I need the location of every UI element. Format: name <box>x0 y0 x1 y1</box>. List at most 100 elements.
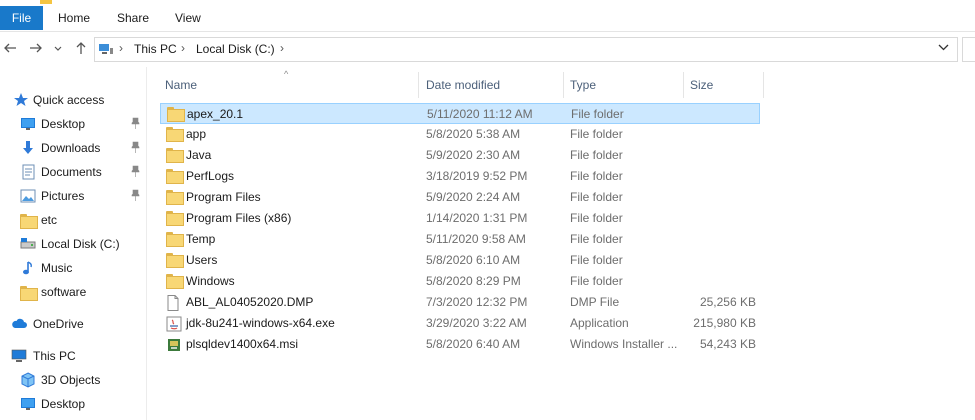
file-date: 7/3/2020 12:32 PM <box>426 295 528 309</box>
folder-icon <box>166 127 184 142</box>
sidebar-item-label: Music <box>41 261 73 275</box>
cloud-icon <box>12 318 27 328</box>
tab-home[interactable]: Home <box>58 6 90 30</box>
file-size: 215,980 KB <box>693 316 756 330</box>
file-name: Windows <box>186 274 235 288</box>
sidebar-item-documents[interactable]: Documents <box>0 161 146 183</box>
file-type: File folder <box>570 169 623 183</box>
file-row[interactable]: Program Files (x86) 1/14/2020 1:31 PM File… <box>160 208 760 229</box>
breadcrumb-separator-icon[interactable]: › <box>280 41 284 55</box>
sidebar-item-downloads[interactable]: Downloads <box>0 137 146 159</box>
address-bar[interactable]: › This PC › Local Disk (C:) › <box>94 37 958 62</box>
sidebar-item-label: Local Disk (C:) <box>41 237 120 251</box>
file-row[interactable]: plsqldev1400x64.msi 5/8/2020 6:40 AM Windo… <box>160 334 760 355</box>
file-icon <box>166 295 182 311</box>
file-date: 5/8/2020 6:10 AM <box>426 253 521 267</box>
breadcrumb-separator-icon[interactable]: › <box>119 41 123 55</box>
tab-file[interactable]: File <box>0 6 43 30</box>
file-type: File folder <box>570 190 623 204</box>
file-date: 5/8/2020 8:29 PM <box>426 274 521 288</box>
file-type: File folder <box>570 274 623 288</box>
file-row[interactable]: ABL_AL04052020.DMP 7/3/2020 12:32 PM DMP F… <box>160 292 760 313</box>
file-name: Program Files (x86) <box>186 211 292 225</box>
breadcrumb-this-pc[interactable]: This PC <box>134 42 177 56</box>
file-type: Windows Installer ... <box>570 337 678 351</box>
file-name: Program Files <box>186 190 261 204</box>
folder-icon <box>20 214 38 230</box>
tab-view[interactable]: View <box>175 6 201 30</box>
file-row[interactable]: Program Files 5/9/2020 2:24 AM File folder <box>160 187 760 208</box>
search-box[interactable] <box>962 37 975 62</box>
file-type: File folder <box>570 232 623 246</box>
back-arrow-icon[interactable] <box>2 41 18 57</box>
sidebar-item-etc[interactable]: etc <box>0 209 146 231</box>
pictures-icon <box>20 189 36 203</box>
up-arrow-icon[interactable] <box>73 41 89 57</box>
file-date: 5/11/2020 11:12 AM <box>427 107 533 121</box>
file-row[interactable]: jdk-8u241-windows-x64.exe 3/29/2020 3:22 … <box>160 313 760 334</box>
column-header-label: Size <box>690 78 714 92</box>
folder-icon <box>166 253 184 268</box>
column-header-name[interactable]: Name <box>159 72 419 98</box>
this-pc-icon <box>99 44 113 54</box>
file-name: Temp <box>186 232 216 246</box>
breadcrumb-separator-icon[interactable]: › <box>181 41 185 55</box>
pin-icon[interactable] <box>131 141 140 153</box>
file-row[interactable]: Temp 5/11/2020 9:58 AM File folder <box>160 229 760 250</box>
sidebar-item-desktop-pc[interactable]: Desktop <box>0 393 146 415</box>
file-name: plsqldev1400x64.msi <box>186 337 299 351</box>
sidebar-item-software[interactable]: software <box>0 281 146 303</box>
file-name: jdk-8u241-windows-x64.exe <box>186 316 335 330</box>
sidebar-item-3d-objects[interactable]: 3D Objects <box>0 369 146 391</box>
sidebar-item-onedrive[interactable]: OneDrive <box>0 313 146 335</box>
sidebar-item-label: software <box>41 285 87 299</box>
file-size: 25,256 KB <box>699 295 756 309</box>
sidebar-item-pictures[interactable]: Pictures <box>0 185 146 207</box>
file-row[interactable]: Java 5/9/2020 2:30 AM File folder <box>160 145 760 166</box>
file-date: 5/9/2020 2:24 AM <box>426 190 521 204</box>
column-header-size[interactable]: Size <box>684 72 764 98</box>
file-date: 3/18/2019 9:52 PM <box>426 169 528 183</box>
file-date: 1/14/2020 1:31 PM <box>426 211 528 225</box>
3d-objects-icon <box>21 372 35 388</box>
folder-icon <box>166 169 184 184</box>
file-row[interactable]: Windows 5/8/2020 8:29 PM File folder <box>160 271 760 292</box>
desktop-icon <box>21 118 35 130</box>
file-name: PerfLogs <box>186 169 235 183</box>
file-row[interactable]: Users 5/8/2020 6:10 AM File folder <box>160 250 760 271</box>
tab-share[interactable]: Share <box>117 6 149 30</box>
sidebar-item-local-disk[interactable]: Local Disk (C:) <box>0 233 146 255</box>
ribbon: File Home Share View <box>0 0 975 32</box>
forward-arrow-icon[interactable] <box>28 41 44 57</box>
computer-icon <box>11 349 27 362</box>
sidebar-item-desktop[interactable]: Desktop <box>0 113 146 135</box>
sidebar-item-label: Documents <box>41 165 102 179</box>
recent-locations-chevron-icon[interactable] <box>53 41 63 57</box>
drive-icon <box>20 238 36 249</box>
sidebar-item-music[interactable]: Music <box>0 257 146 279</box>
sidebar-item-this-pc[interactable]: This PC <box>0 345 146 367</box>
java-installer-icon <box>166 316 182 332</box>
file-type: File folder <box>570 253 623 267</box>
address-dropdown-chevron-icon[interactable] <box>938 42 949 56</box>
file-row[interactable]: PerfLogs 3/18/2019 9:52 PM File folder <box>160 166 760 187</box>
file-type: File folder <box>570 127 623 141</box>
file-name: ABL_AL04052020.DMP <box>186 295 314 309</box>
breadcrumb-local-disk[interactable]: Local Disk (C:) <box>196 42 275 56</box>
quick-access-folder-icon[interactable] <box>40 0 52 4</box>
sidebar-item-label: 3D Objects <box>41 373 101 387</box>
file-row[interactable]: app 5/8/2020 5:38 AM File folder <box>160 124 760 145</box>
file-row[interactable]: apex_20.1 5/11/2020 11:12 AM File folder <box>160 103 760 124</box>
pin-icon[interactable] <box>131 165 140 177</box>
file-date: 3/29/2020 3:22 AM <box>426 316 527 330</box>
pin-icon[interactable] <box>131 117 140 129</box>
column-header-type[interactable]: Type <box>564 72 684 98</box>
folder-icon <box>166 190 184 205</box>
column-header-date-modified[interactable]: Date modified <box>420 72 564 98</box>
sidebar-item-quick-access[interactable]: Quick access <box>0 89 146 111</box>
folder-icon <box>166 148 184 163</box>
file-name: Users <box>186 253 218 267</box>
sidebar-item-label: This PC <box>33 349 76 363</box>
folder-icon <box>166 274 184 289</box>
pin-icon[interactable] <box>131 189 140 201</box>
